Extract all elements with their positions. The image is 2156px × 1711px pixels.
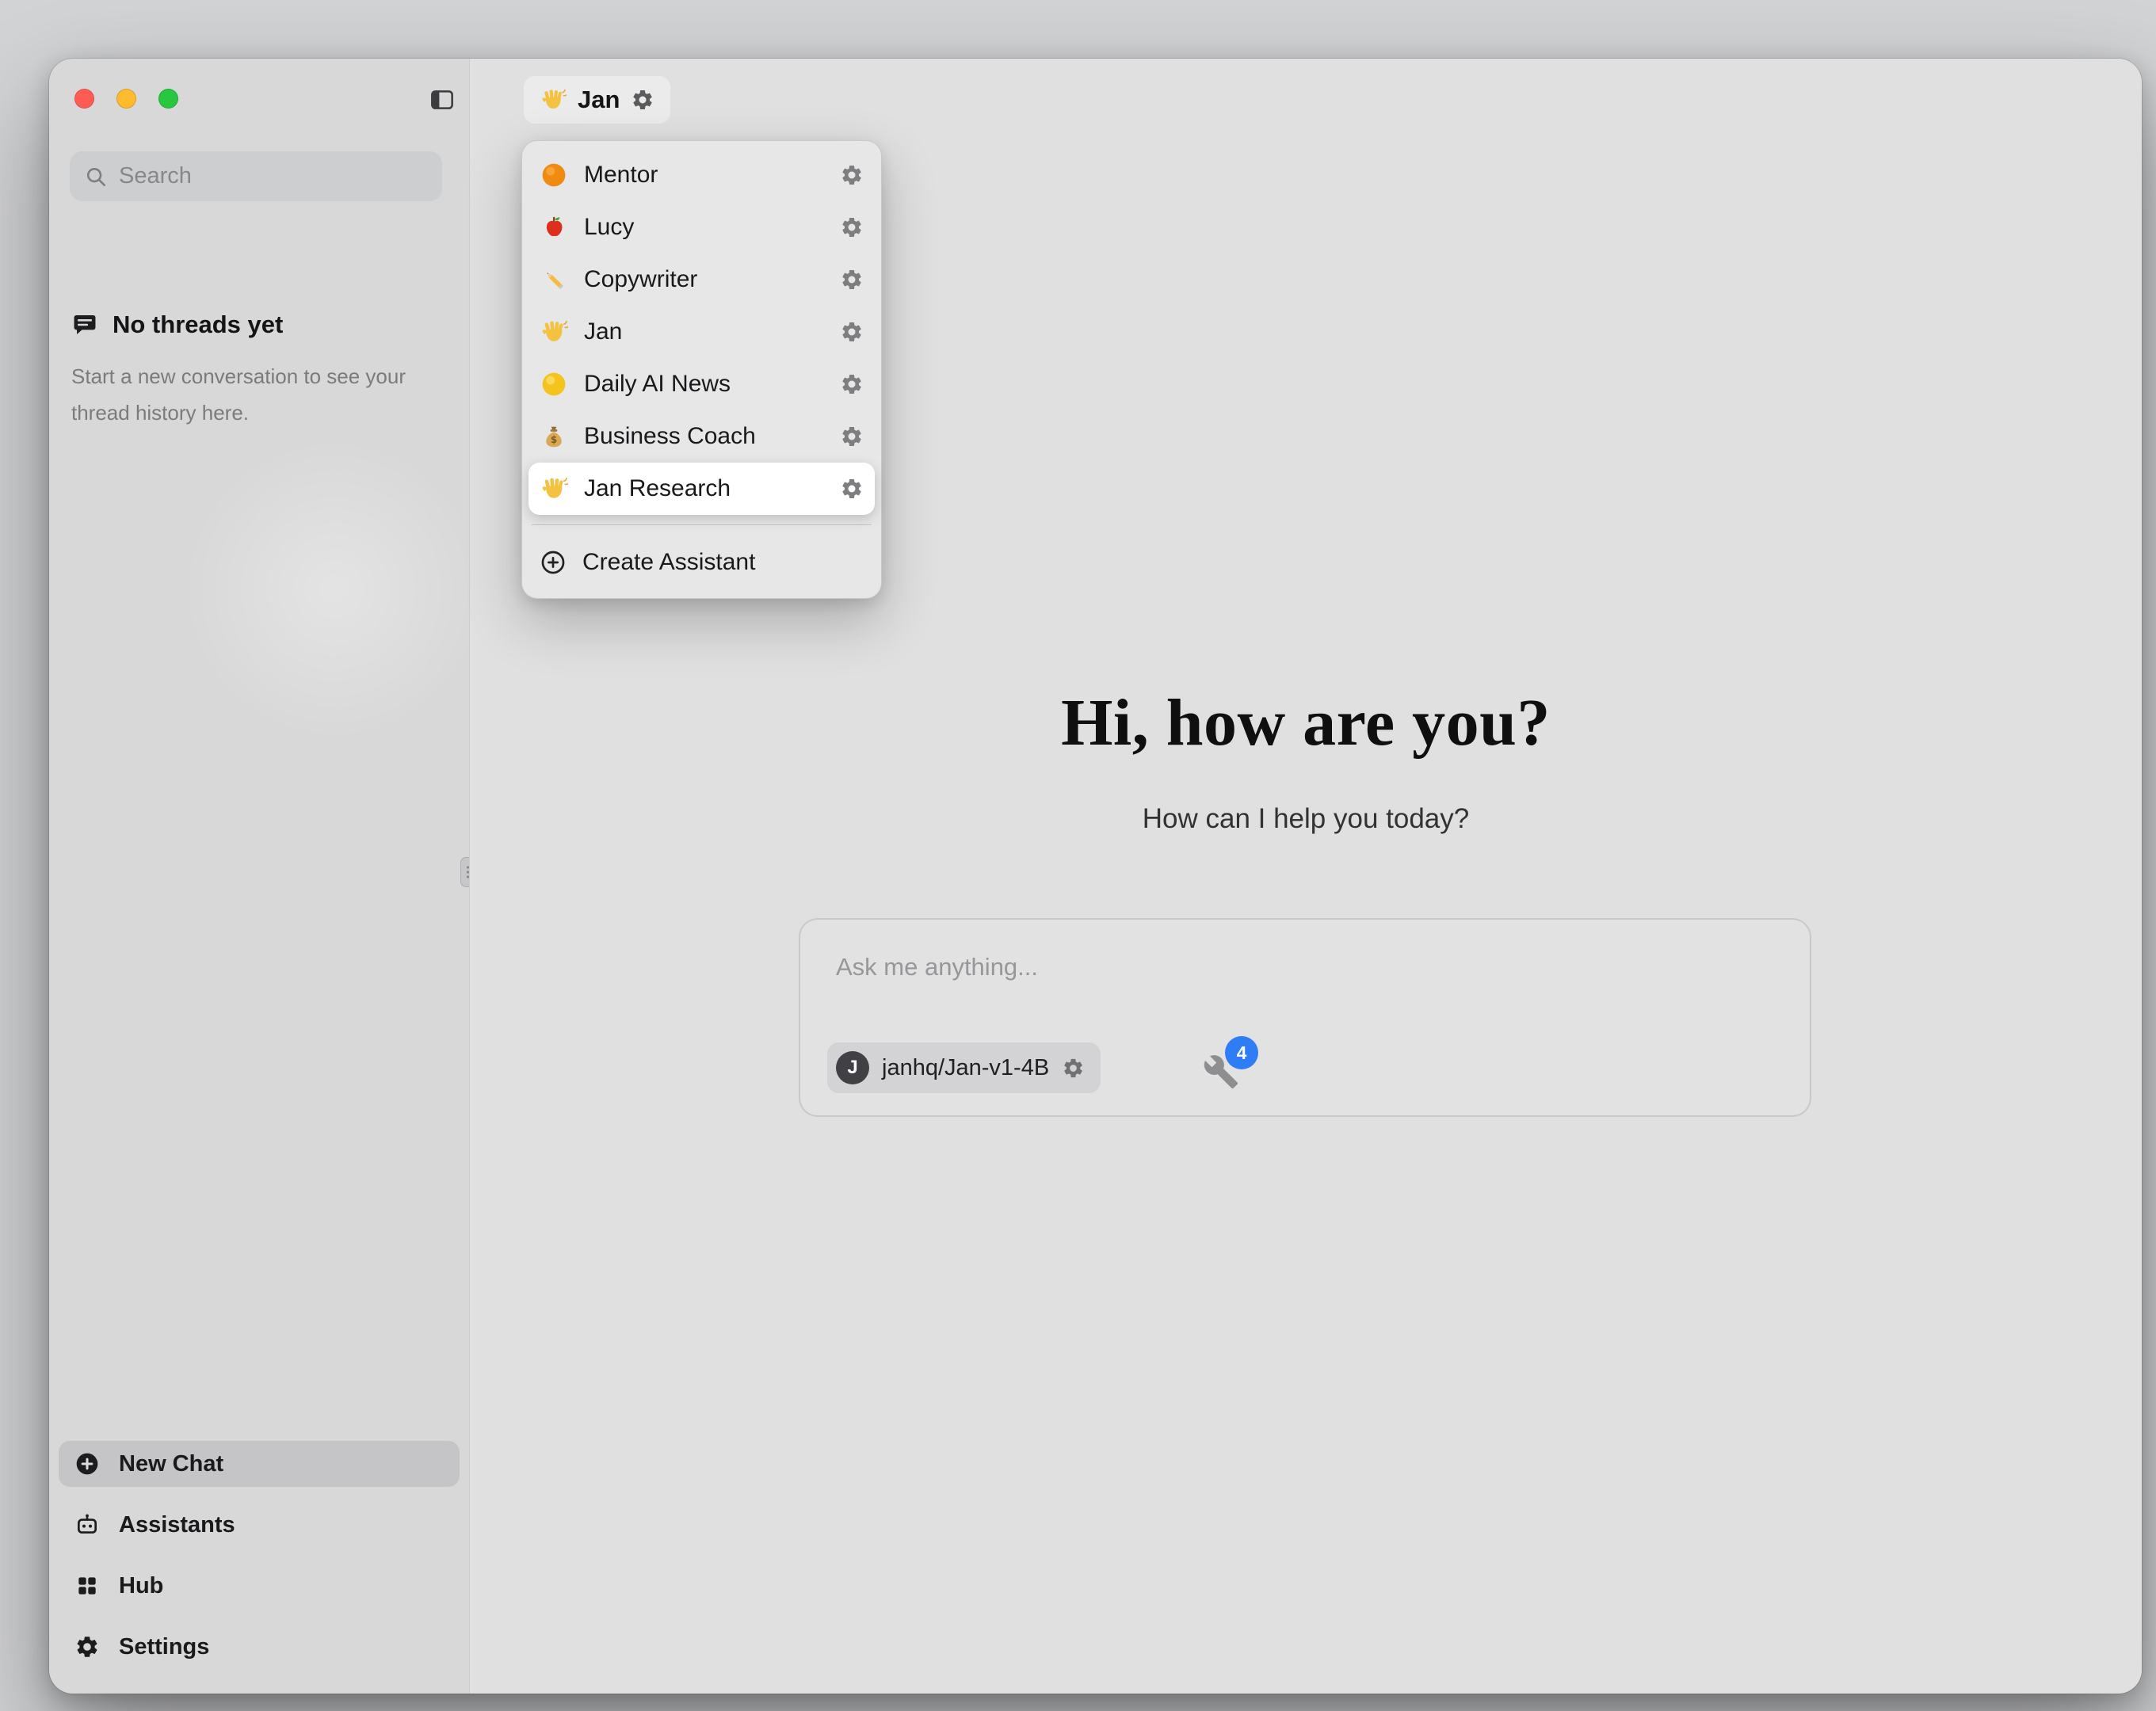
model-name: janhq/Jan-v1-4B [882, 1055, 1049, 1081]
hub-icon [74, 1573, 100, 1599]
assistant-dropdown-menu: Mentor Lucy Copywriter Jan Daily AI News [521, 140, 882, 599]
money-bag-icon: $ [540, 422, 568, 451]
pencil-icon [540, 265, 568, 294]
assistant-label: Copywriter [584, 266, 697, 293]
gear-icon[interactable] [840, 215, 864, 239]
tools-count-badge: 4 [1225, 1036, 1258, 1069]
nav-label: New Chat [119, 1451, 223, 1477]
wave-icon [540, 474, 568, 503]
nav-label: Hub [119, 1573, 163, 1599]
chat-bubble-icon [71, 311, 98, 338]
gear-icon[interactable] [840, 268, 864, 292]
assistant-label: Mentor [584, 162, 658, 189]
model-selector[interactable]: J janhq/Jan-v1-4B [827, 1042, 1101, 1093]
assistant-label: Jan Research [584, 475, 731, 502]
gear-icon[interactable] [1062, 1057, 1085, 1080]
gear-icon[interactable] [840, 477, 864, 501]
assistant-selector-button[interactable]: Jan [524, 76, 670, 124]
greeting-title: Hi, how are you? [470, 684, 2142, 761]
gear-icon [74, 1634, 100, 1660]
yellow-circle-icon [540, 370, 568, 398]
message-composer[interactable]: J janhq/Jan-v1-4B 4 [799, 918, 1811, 1117]
minimize-button[interactable] [116, 89, 136, 109]
assistant-menu-item-business-coach[interactable]: $ Business Coach [529, 410, 875, 463]
nav-label: Settings [119, 1634, 209, 1660]
assistant-label: Daily AI News [584, 371, 731, 398]
menu-divider [532, 524, 872, 525]
active-assistant-name: Jan [578, 86, 620, 114]
sidebar-item-new-chat[interactable]: New Chat [59, 1441, 460, 1487]
main-panel: Jan Mentor Lucy Copywriter Jan [469, 59, 2142, 1694]
threads-empty-state: No threads yet Start a new conversation … [71, 311, 428, 431]
assistants-icon [74, 1512, 100, 1538]
plus-circle-icon [74, 1451, 100, 1477]
sidebar-item-hub[interactable]: Hub [59, 1563, 460, 1609]
gear-icon[interactable] [840, 163, 864, 187]
model-avatar: J [836, 1051, 869, 1084]
assistant-menu-item-jan-research[interactable]: Jan Research [529, 463, 875, 515]
create-assistant-label: Create Assistant [582, 549, 755, 576]
tools-button[interactable]: 4 [1203, 1041, 1258, 1090]
assistant-label: Lucy [584, 214, 634, 241]
search-field[interactable] [70, 151, 442, 201]
empty-state-title: No threads yet [113, 311, 283, 339]
zoom-button[interactable] [158, 89, 178, 109]
create-assistant-button[interactable]: Create Assistant [529, 535, 875, 590]
greeting-subtitle: How can I help you today? [470, 803, 2142, 835]
sidebar-item-settings[interactable]: Settings [59, 1624, 460, 1670]
search-icon [84, 165, 108, 189]
assistant-menu-item-copywriter[interactable]: Copywriter [529, 253, 875, 306]
sidebar-toggle-icon[interactable] [428, 87, 456, 112]
gear-icon[interactable] [631, 88, 654, 112]
sidebar: No threads yet Start a new conversation … [49, 59, 469, 1694]
wave-icon [540, 86, 567, 113]
gear-icon[interactable] [840, 425, 864, 448]
close-button[interactable] [74, 89, 94, 109]
plus-circle-outline-icon [540, 549, 567, 576]
app-window: No threads yet Start a new conversation … [49, 59, 2142, 1694]
svg-text:$: $ [551, 434, 557, 445]
assistant-menu-item-jan[interactable]: Jan [529, 306, 875, 358]
message-input[interactable] [836, 953, 1708, 981]
wave-icon [540, 318, 568, 346]
empty-state-description: Start a new conversation to see your thr… [71, 358, 420, 431]
apple-icon [540, 213, 568, 242]
nav-label: Assistants [119, 1512, 235, 1538]
orange-circle-icon [540, 161, 568, 189]
assistant-label: Business Coach [584, 423, 756, 450]
search-input[interactable] [119, 163, 428, 189]
assistant-menu-item-mentor[interactable]: Mentor [529, 149, 875, 201]
assistant-menu-item-lucy[interactable]: Lucy [529, 201, 875, 253]
gear-icon[interactable] [840, 372, 864, 396]
assistant-menu-item-daily-ai-news[interactable]: Daily AI News [529, 358, 875, 410]
sidebar-glow-decoration [176, 431, 493, 748]
assistant-label: Jan [584, 318, 622, 345]
sidebar-item-assistants[interactable]: Assistants [59, 1502, 460, 1548]
sidebar-nav: New Chat Assistants Hub Settings [59, 1441, 460, 1670]
gear-icon[interactable] [840, 320, 864, 344]
traffic-lights [74, 89, 178, 109]
